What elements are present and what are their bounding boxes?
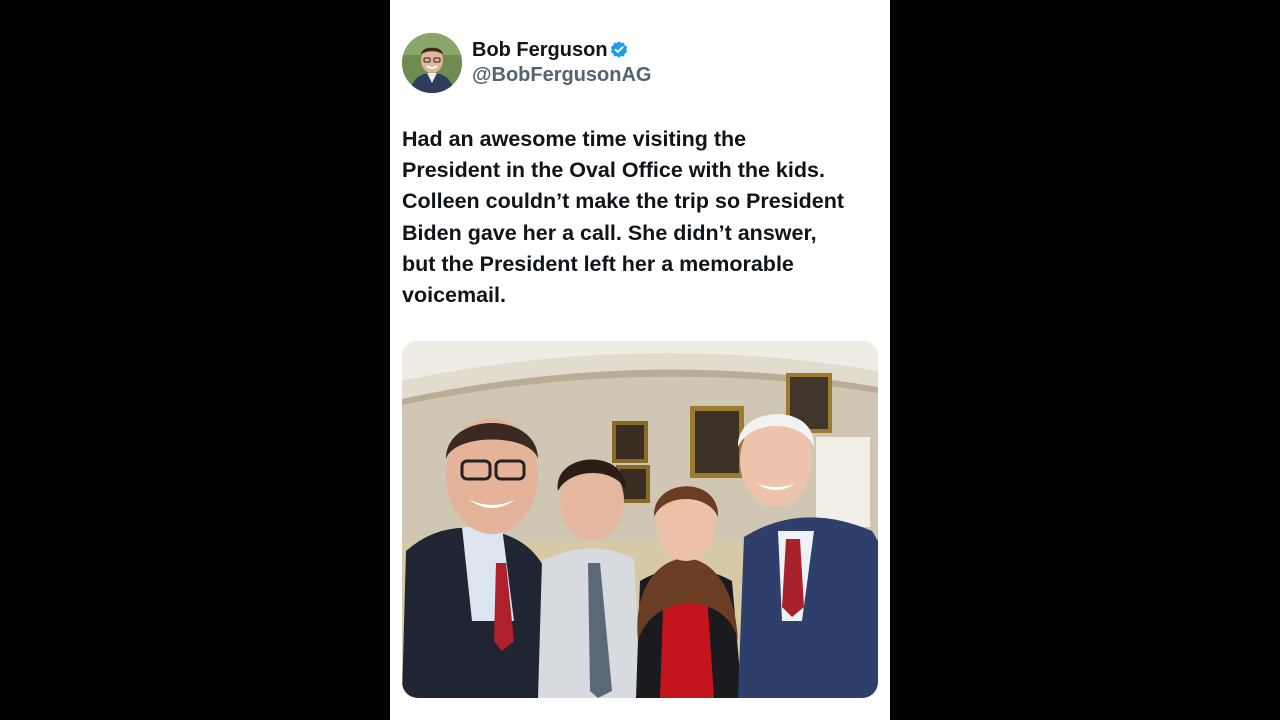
tweet-text-line: but the President left her a memorable [402, 251, 794, 276]
tweet-text-line: voicemail. [402, 283, 506, 308]
tweet-photo[interactable] [402, 341, 878, 698]
tweet-text-line: Colleen couldn’t make the trip so Presid… [402, 189, 845, 214]
display-name[interactable]: Bob Ferguson [472, 38, 608, 62]
verified-badge-icon [610, 41, 628, 58]
tweet-text-line: President in the Oval Office with the ki… [402, 158, 825, 183]
avatar[interactable] [402, 33, 462, 93]
user-handle[interactable]: @BobFergusonAG [472, 63, 652, 87]
avatar-image [402, 33, 462, 93]
tweet-text-line: Had an awesome time visiting the [402, 127, 747, 151]
tweet-text-line: Biden gave her a call. She didn’t answer… [402, 220, 817, 245]
oval-office-photo [402, 341, 878, 698]
tweet-card: Bob Ferguson @BobFergusonAG Had an aweso… [390, 0, 890, 720]
tweet-text: Had an awesome time visiting the Preside… [402, 124, 882, 311]
